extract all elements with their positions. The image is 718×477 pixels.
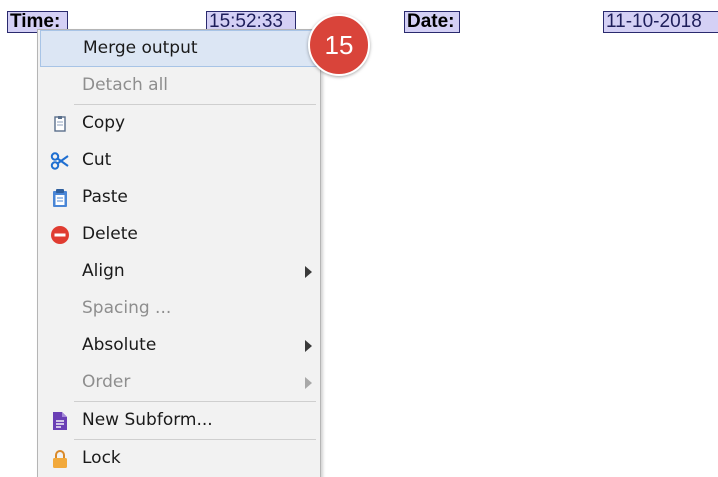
date-label-field[interactable]: Date: <box>404 11 460 33</box>
menu-item-order: Order <box>38 364 320 401</box>
menu-item-new-subform[interactable]: New Subform... <box>38 402 320 439</box>
menu-item-align[interactable]: Align <box>38 253 320 290</box>
menu-item-detach-all: Detach all <box>38 67 320 104</box>
date-value-field[interactable]: 11-10-2018 <box>603 11 718 33</box>
step-number-badge: 15 <box>308 14 370 76</box>
menu-item-copy[interactable]: Copy <box>38 105 320 142</box>
submenu-arrow-icon <box>305 266 312 278</box>
menu-item-paste[interactable]: Paste <box>38 179 320 216</box>
menu-item-lock[interactable]: Lock <box>38 440 320 477</box>
submenu-arrow-icon <box>305 377 312 389</box>
copy-icon <box>50 114 70 134</box>
lock-icon <box>50 449 70 469</box>
delete-icon <box>50 225 70 245</box>
menu-item-spacing: Spacing ... <box>38 290 320 327</box>
submenu-arrow-icon <box>305 340 312 352</box>
menu-item-delete[interactable]: Delete <box>38 216 320 253</box>
menu-item-label: Absolute <box>82 335 157 355</box>
menu-item-label: Align <box>82 261 125 281</box>
menu-item-label: Order <box>82 372 131 392</box>
context-menu: Merge output Detach all Copy Cut Paste D… <box>37 29 321 477</box>
menu-item-label: New Subform... <box>82 410 213 430</box>
menu-item-absolute[interactable]: Absolute <box>38 327 320 364</box>
menu-item-label: Detach all <box>82 75 169 95</box>
subform-icon <box>50 411 70 431</box>
menu-item-label: Cut <box>82 150 112 170</box>
menu-item-label: Delete <box>82 224 138 244</box>
menu-item-label: Spacing ... <box>82 298 172 318</box>
menu-item-label: Merge output <box>83 38 198 58</box>
menu-item-cut[interactable]: Cut <box>38 142 320 179</box>
paste-icon <box>50 188 70 208</box>
menu-item-label: Lock <box>82 448 121 468</box>
form-canvas: Time: 15:52:33 Date: 11-10-2018 Merge ou… <box>0 0 718 477</box>
menu-item-label: Copy <box>82 113 126 133</box>
menu-item-label: Paste <box>82 187 128 207</box>
menu-item-merge-output[interactable]: Merge output <box>40 30 318 67</box>
scissors-icon <box>50 151 70 171</box>
